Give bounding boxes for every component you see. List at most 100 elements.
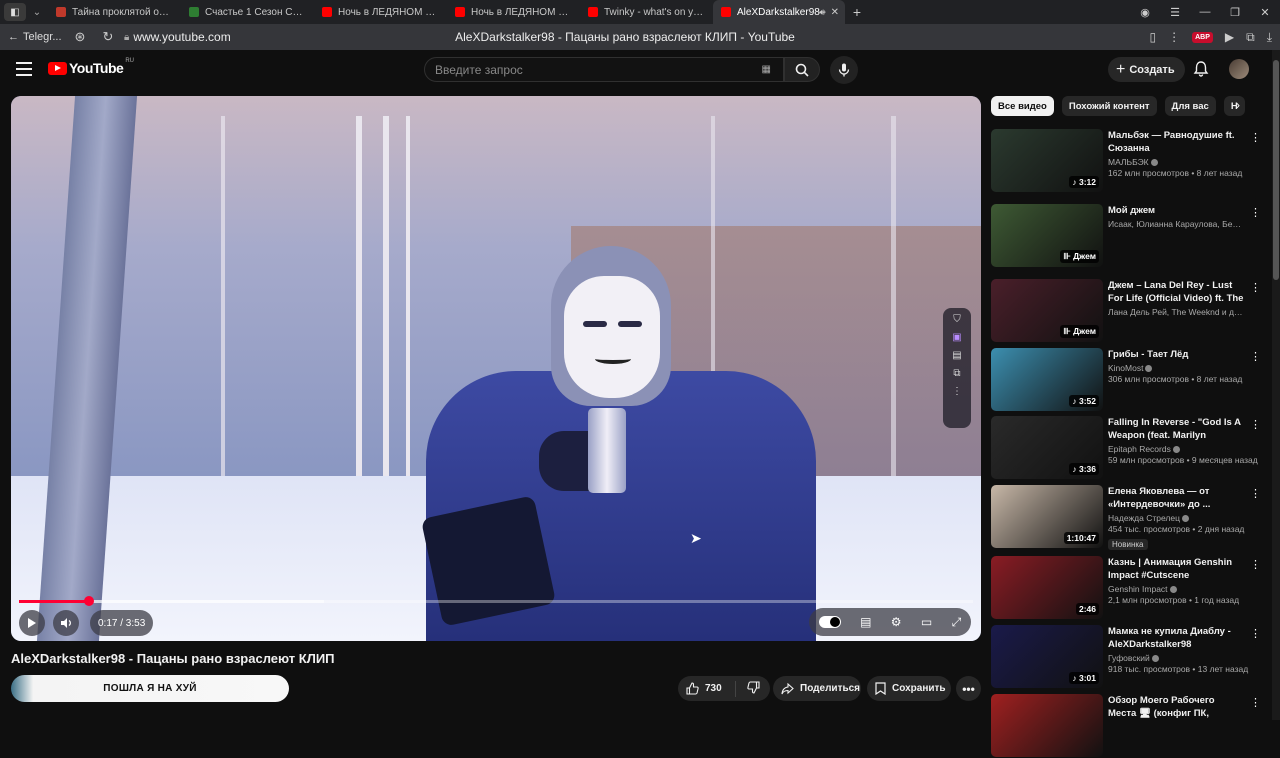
collections-icon[interactable]: ⧉ [1246, 30, 1255, 45]
more-vertical-icon[interactable]: ⋮ [1250, 131, 1261, 144]
more-vertical-icon[interactable]: ⋮ [1250, 696, 1261, 709]
filter-chip[interactable]: Для вас [1164, 96, 1216, 116]
channel-name[interactable]: KinoMost [1108, 363, 1244, 373]
keyboard-icon[interactable]: ▦ [762, 64, 771, 75]
create-button[interactable]: + Создать [1108, 57, 1185, 82]
more-vertical-icon[interactable]: ⋮ [1250, 487, 1261, 500]
youtube-logo[interactable]: YouTube RU [48, 58, 134, 76]
video-title[interactable]: Казнь | Анимация Genshin Impact #Cutscen… [1108, 556, 1244, 582]
filter-icon[interactable]: ⛉ [953, 314, 961, 325]
avatar[interactable] [1229, 59, 1249, 79]
browser-tab[interactable]: Счастье 1 Сезон Смотре [181, 0, 314, 24]
recommended-video[interactable]: 2:46 Казнь | Анимация Genshin Impact #Cut… [991, 556, 1261, 620]
close-window-button[interactable]: ✕ [1250, 6, 1280, 19]
tab-audio-icon[interactable]: 🔊︎ [819, 7, 825, 18]
more-vertical-icon[interactable]: ⋮ [1250, 418, 1261, 431]
video-thumbnail[interactable]: 2:46 [991, 556, 1103, 619]
twitch-icon[interactable]: ▣ [952, 332, 961, 343]
menu-icon[interactable] [16, 62, 32, 76]
settings-gear-icon[interactable]: ⚙ [891, 615, 902, 629]
adblock-icon[interactable]: ABP [1192, 31, 1213, 43]
video-title[interactable]: Мамка не купила Диаблу - AleXDarkstalker… [1108, 625, 1244, 651]
search-input[interactable] [435, 62, 735, 77]
minimize-button[interactable]: — [1190, 6, 1220, 18]
search-button[interactable] [784, 57, 820, 82]
autoplay-toggle[interactable] [818, 616, 841, 628]
more-vertical-icon[interactable]: ⋮ [1250, 627, 1261, 640]
chevron-down-icon[interactable]: ⌄ [26, 7, 48, 18]
browser-tab[interactable]: Тайна проклятой обител [48, 0, 181, 24]
tab-list-icon[interactable]: ☰ [1160, 6, 1190, 19]
channel-name[interactable]: МАЛЬБЭК [1108, 157, 1244, 167]
subtitles-icon[interactable]: ▤ [952, 350, 961, 361]
video-thumbnail[interactable]: 1:10:47 [991, 485, 1103, 548]
reload-icon[interactable]: ↻ [94, 29, 122, 45]
video-title[interactable]: Мальбэк — Равнодушие ft. Сюзанна [1108, 129, 1244, 155]
recommended-video[interactable]: ♪ 3:01 Мамка не купила Диаблу - AleXDarks… [991, 625, 1261, 689]
browser-tab[interactable]: Twinky - what's on your m [580, 0, 713, 24]
video-thumbnail[interactable]: ⊪ Джем [991, 204, 1103, 267]
more-icon[interactable]: ⋮ [1168, 30, 1180, 44]
back-button[interactable]: ← Telegr... [8, 31, 66, 43]
scrollbar-thumb[interactable] [1273, 60, 1279, 280]
video-title[interactable]: Грибы - Тает Лёд [1108, 348, 1244, 361]
notifications-bell-icon[interactable] [1192, 60, 1210, 78]
pip-icon[interactable]: ⧉ [953, 368, 960, 379]
new-tab-button[interactable]: + [845, 4, 869, 20]
more-vertical-icon[interactable]: ⋮ [1250, 558, 1261, 571]
browser-tab[interactable]: Ночь в ЛЕДЯНОМ отеле [314, 0, 447, 24]
browser-tab[interactable]: AleXDarkstalker98 - 🔊︎ ✕ [713, 0, 845, 24]
theater-mode-icon[interactable]: ▭ [921, 615, 932, 629]
video-thumbnail[interactable]: ♪ 3:01 [991, 625, 1103, 688]
more-vertical-icon[interactable]: ⋮ [1250, 281, 1261, 294]
channel-name[interactable]: Лана Дель Рей, The Weeknd и другие и... [1108, 307, 1244, 317]
filter-chip[interactable]: Все видео [991, 96, 1054, 116]
progress-bar[interactable] [19, 596, 973, 606]
recommended-video[interactable]: ♪ 3:52 Грибы - Тает Лёд KinoMost 306 млн пр… [991, 348, 1261, 412]
recommended-video[interactable]: ⊪ Джем Джем – Lana Del Rey - Lust For Lif… [991, 279, 1261, 343]
channel-name[interactable]: Гуфовский [1108, 653, 1244, 663]
page-scrollbar[interactable] [1272, 50, 1280, 720]
more-options-icon[interactable]: ⋮ [952, 386, 962, 397]
volume-button[interactable] [53, 610, 79, 636]
video-title[interactable]: Джем – Lana Del Rey - Lust For Life (Off… [1108, 279, 1244, 305]
video-title[interactable]: Falling In Reverse - "God Is A Weapon (f… [1108, 416, 1244, 442]
maximize-button[interactable]: ❐ [1220, 6, 1250, 19]
recommended-video[interactable]: 1:10:47 Елена Яковлева — от «Интердевочки… [991, 485, 1261, 550]
fullscreen-icon[interactable]: ⤢ [952, 615, 962, 630]
recommended-video[interactable]: Обзор Моего Рабочего Места 🖥 (конфиг ПК,… [991, 694, 1261, 758]
more-vertical-icon[interactable]: ⋮ [1250, 350, 1261, 363]
chevron-right-icon[interactable]: › [1236, 98, 1240, 112]
more-vertical-icon[interactable]: ⋮ [1250, 206, 1261, 219]
filter-chip[interactable]: Похожий контент [1061, 96, 1157, 116]
dislike-button[interactable] [736, 680, 770, 697]
tab-actions-icon[interactable]: ◧ [4, 3, 26, 21]
channel-name[interactable]: Исаак, Юлианна Караулова, Бенсон Бу... [1108, 219, 1244, 229]
profile-icon[interactable]: ◉ [1130, 6, 1160, 19]
url-field[interactable]: www.youtube.com [133, 30, 230, 44]
video-thumbnail[interactable]: ♪ 3:52 [991, 348, 1103, 411]
video-thumbnail[interactable]: ⊪ Джем [991, 279, 1103, 342]
voice-search-button[interactable] [830, 56, 858, 84]
video-thumbnail[interactable] [991, 694, 1103, 757]
recommended-video[interactable]: ♪ 3:12 Мальбэк — Равнодушие ft. Сюзанна МА… [991, 129, 1261, 193]
play-button[interactable] [19, 610, 45, 636]
recommended-video[interactable]: ⊪ Джем Мой джем Исаак, Юлианна Караулова, … [991, 204, 1261, 268]
like-button[interactable]: 730 [678, 680, 736, 697]
video-title[interactable]: Обзор Моего Рабочего Места 🖥 (конфиг ПК,… [1108, 694, 1244, 720]
channel-name[interactable]: Epitaph Records [1108, 444, 1244, 454]
save-button[interactable]: Сохранить [867, 676, 951, 701]
subtitles-cc-icon[interactable]: ▤ [860, 615, 871, 629]
video-thumbnail[interactable]: ♪ 3:12 [991, 129, 1103, 192]
tab-close-icon[interactable]: ✕ [831, 7, 839, 18]
video-thumbnail[interactable]: ♪ 3:36 [991, 416, 1103, 479]
bookmark-icon[interactable]: ▯ [1149, 30, 1156, 44]
channel-name[interactable]: Genshin Impact [1108, 584, 1244, 594]
media-icon[interactable]: ▶ [1225, 30, 1234, 44]
recommended-video[interactable]: ♪ 3:36 Falling In Reverse - "God Is A Wea… [991, 416, 1261, 480]
scrubber-handle[interactable] [83, 596, 94, 606]
more-actions-button[interactable]: ••• [956, 676, 981, 701]
protect-icon[interactable]: ⊛ [66, 29, 94, 45]
lock-icon[interactable]: 🔒︎ [124, 32, 129, 43]
video-player[interactable]: ⛉ ▣ ▤ ⧉ ⋮ 0:17 / 3:53 ▤ ⚙ ▭ ⤢ ➤ [11, 96, 981, 641]
